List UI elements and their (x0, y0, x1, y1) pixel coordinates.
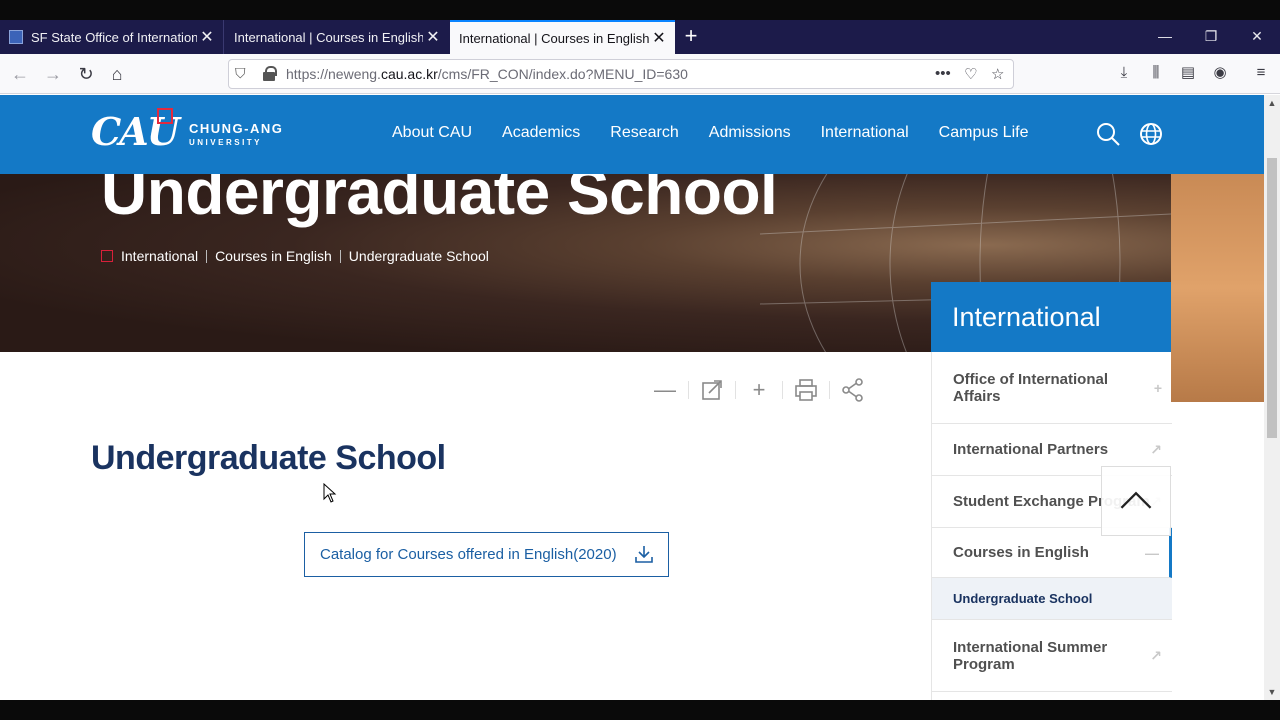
minimize-icon[interactable]: — (1142, 20, 1188, 54)
tool-divider (782, 381, 783, 399)
sidebar-item-label: Courses in English (953, 544, 1089, 561)
tab-title: International | Courses in English | U (234, 29, 423, 45)
menu-item-campus-life[interactable]: Campus Life (939, 124, 1029, 142)
screen-bottom-border (0, 700, 1280, 720)
restore-icon[interactable]: ❐ (1188, 20, 1234, 54)
catalog-download-button[interactable]: Catalog for Courses offered in English(2… (304, 532, 669, 577)
page-actions-icon[interactable]: ••• (935, 65, 951, 82)
external-link-icon: ↗ (1150, 441, 1162, 457)
zoom-out-icon[interactable]: — (650, 375, 680, 405)
breadcrumb-item[interactable]: Courses in English (215, 248, 332, 264)
tab-title: SF State Office of International (31, 29, 197, 45)
site-header: CAU CHUNG-ANG UNIVERSITY About CAU Acade… (0, 95, 1264, 174)
sidebar-item-label: Office of International Affairs (953, 370, 1109, 405)
logo-wordmark[interactable]: CHUNG-ANG UNIVERSITY (189, 122, 283, 150)
breadcrumb: International Courses in English Undergr… (101, 248, 489, 264)
scroll-down-arrow-icon[interactable]: ▼ (1264, 684, 1280, 700)
sidebar-item-label: International Partners (953, 441, 1109, 458)
breadcrumb-divider (206, 249, 208, 263)
sidebar-subitem-undergraduate-school[interactable]: Undergraduate School (932, 578, 1172, 620)
tracking-shield-icon[interactable]: ⛉ (235, 65, 246, 82)
scroll-up-arrow-icon[interactable]: ▲ (1264, 95, 1280, 111)
main-menu: About CAU Academics Research Admissions … (392, 124, 1028, 142)
zoom-in-icon[interactable]: + (744, 375, 774, 405)
account-icon[interactable]: ◉ (1207, 60, 1233, 86)
browser-tab-3-active[interactable]: International | Courses in English | U ✕ (450, 20, 675, 54)
web-page: Undergraduate School International Cours… (0, 95, 1264, 700)
hamburger-menu-icon[interactable]: ≡ (1248, 60, 1274, 86)
share-icon[interactable] (838, 375, 868, 405)
library-icon[interactable]: ⫼ (1143, 60, 1169, 86)
search-icon[interactable] (1095, 121, 1121, 147)
url-text[interactable]: https://neweng.cau.ac.kr/cms/FR_CON/inde… (286, 66, 688, 82)
tool-divider (688, 381, 689, 399)
back-arrow-icon[interactable]: ← (7, 61, 33, 87)
menu-item-admissions[interactable]: Admissions (709, 124, 791, 142)
menu-item-international[interactable]: International (821, 124, 909, 142)
breadcrumb-home-icon[interactable] (101, 250, 113, 262)
reload-icon[interactable]: ↻ (73, 61, 99, 87)
pocket-icon[interactable]: ♡ (964, 65, 977, 83)
tool-divider (829, 381, 830, 399)
globe-language-icon[interactable] (1138, 121, 1164, 147)
breadcrumb-item[interactable]: Undergraduate School (349, 248, 489, 264)
mouse-cursor-icon (323, 483, 337, 503)
hero-banner-edge (1171, 174, 1264, 402)
menu-item-about[interactable]: About CAU (392, 124, 472, 142)
page-scrollbar[interactable]: ▲ ▼ (1264, 95, 1280, 700)
tab-close-icon[interactable]: ✕ (197, 27, 217, 47)
tab-title: International | Courses in English | U (459, 30, 649, 46)
bookmark-star-icon[interactable]: ☆ (991, 65, 1004, 83)
catalog-button-label: Catalog for Courses offered in English(2… (320, 546, 617, 563)
menu-item-academics[interactable]: Academics (502, 124, 580, 142)
sidebar-toggle-icon[interactable]: ▤ (1175, 60, 1201, 86)
home-icon[interactable]: ⌂ (104, 61, 130, 87)
browser-tab-1[interactable]: SF State Office of International ✕ (0, 20, 224, 54)
browser-tab-2[interactable]: International | Courses in English | U ✕ (225, 20, 449, 54)
plus-icon: + (1153, 379, 1162, 396)
sidebar-item-label: International Summer Program (953, 638, 1108, 673)
lock-icon[interactable] (263, 66, 277, 81)
window-close-icon[interactable]: ✕ (1234, 20, 1280, 54)
tab-bar: SF State Office of International ✕ Inter… (0, 20, 1280, 54)
download-icon (635, 546, 653, 563)
forward-arrow-icon[interactable]: → (40, 61, 66, 87)
screen-top-border (0, 0, 1280, 20)
logo-mark-icon (157, 108, 173, 124)
scroll-to-top-button[interactable] (1101, 466, 1171, 536)
breadcrumb-item[interactable]: International (121, 248, 198, 264)
sidebar-item-international-summer-program[interactable]: International Summer Program ↗ (932, 620, 1172, 692)
minus-icon: — (1145, 544, 1159, 561)
page-tools: — + (650, 375, 868, 405)
navigation-toolbar: ← → ↻ ⌂ ⛉ https://neweng.cau.ac.kr/cms/F… (0, 54, 1280, 94)
tool-divider (735, 381, 736, 399)
scrollbar-thumb[interactable] (1267, 158, 1277, 438)
sidebar-item-label: Undergraduate School (953, 591, 1093, 606)
tab-favicon-icon (9, 30, 23, 44)
breadcrumb-divider (339, 249, 341, 263)
new-tab-plus-icon[interactable]: + (680, 20, 702, 54)
external-link-icon: ↗ (1150, 647, 1162, 663)
tab-close-icon[interactable]: ✕ (649, 28, 669, 48)
menu-item-research[interactable]: Research (610, 124, 678, 142)
tab-close-icon[interactable]: ✕ (423, 27, 443, 47)
logo-name: CHUNG-ANG (189, 121, 284, 136)
logo-sub: UNIVERSITY (189, 138, 263, 147)
sidebar-heading: International (931, 282, 1171, 352)
downloads-icon[interactable]: ⤓ (1111, 60, 1137, 86)
address-bar[interactable]: ⛉ https://neweng.cau.ac.kr/cms/FR_CON/in… (228, 59, 1014, 89)
print-icon[interactable] (791, 375, 821, 405)
page-title: Undergraduate School (91, 439, 446, 477)
expand-icon[interactable] (697, 375, 727, 405)
sidebar-item-office-of-international-affairs[interactable]: Office of International Affairs + (932, 352, 1172, 424)
